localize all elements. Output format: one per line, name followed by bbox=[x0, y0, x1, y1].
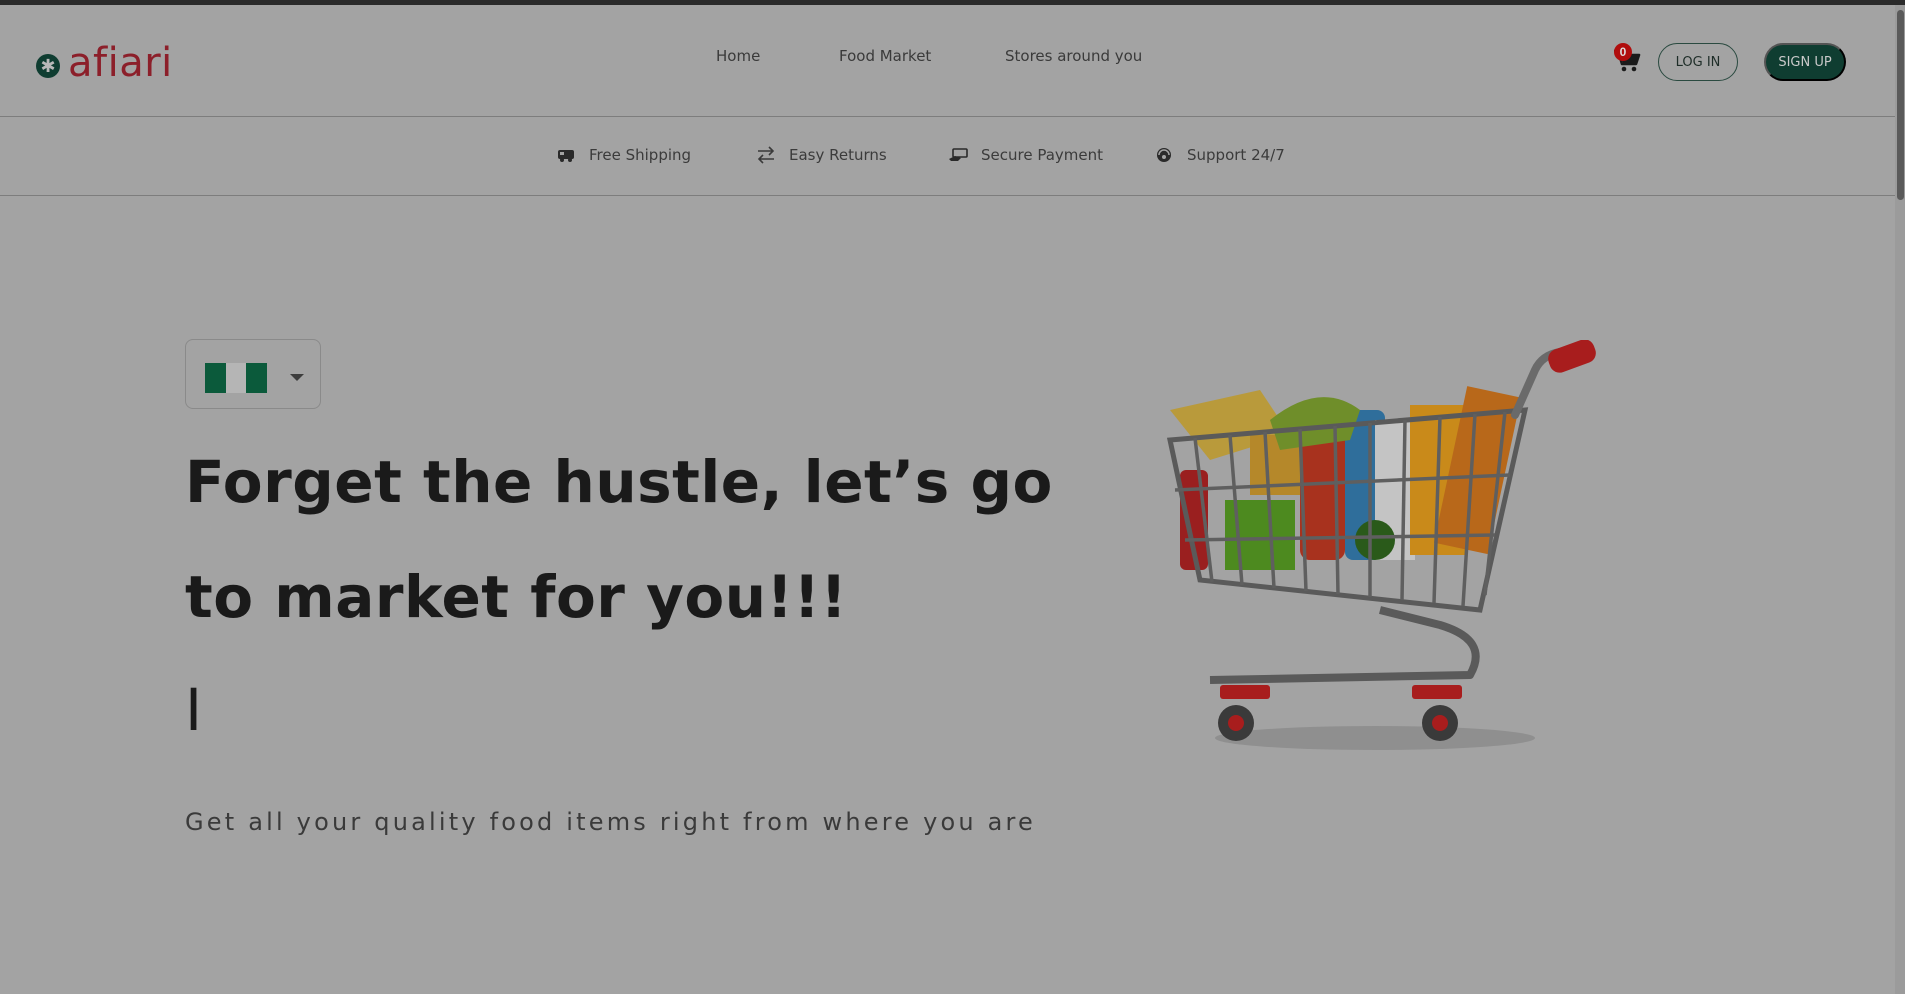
feature-secure-payment: Secure Payment bbox=[947, 144, 1103, 166]
nav-stores-around-you[interactable]: Stores around you bbox=[1005, 47, 1142, 65]
features-bar: Free Shipping Easy Returns Secure Paymen… bbox=[0, 118, 1895, 196]
grocery-cart-illustration bbox=[1166, 340, 1596, 750]
feature-label: Free Shipping bbox=[589, 146, 692, 164]
feature-support: Support 24/7 bbox=[1153, 144, 1285, 166]
signup-button[interactable]: SIGN UP bbox=[1764, 43, 1846, 81]
typing-text: I bbox=[185, 676, 203, 744]
site-header: ✱ afiari Home Food Market Stores around … bbox=[0, 5, 1895, 117]
delivery-truck-icon bbox=[555, 144, 577, 166]
nav-home[interactable]: Home bbox=[716, 47, 760, 65]
country-selector[interactable] bbox=[185, 339, 321, 409]
nigeria-flag bbox=[205, 363, 268, 393]
feature-free-shipping: Free Shipping bbox=[555, 144, 691, 166]
hero-headline: Forget the hustle, let’s go to market fo… bbox=[185, 448, 1053, 631]
payment-hand-icon bbox=[947, 144, 969, 166]
scrollbar-thumb[interactable] bbox=[1897, 10, 1904, 200]
swap-arrows-icon bbox=[755, 144, 777, 166]
cart-count-badge: 0 bbox=[1614, 43, 1632, 61]
main-nav: Home Food Market Stores around you bbox=[0, 47, 1895, 71]
feature-label: Easy Returns bbox=[789, 146, 887, 164]
hero-subline: Get all your quality food items right fr… bbox=[185, 808, 1037, 836]
nav-food-market[interactable]: Food Market bbox=[839, 47, 931, 65]
feature-easy-returns: Easy Returns bbox=[755, 144, 887, 166]
chevron-down-icon bbox=[290, 374, 304, 381]
login-button[interactable]: LOG IN bbox=[1658, 43, 1738, 81]
headset-icon bbox=[1153, 144, 1175, 166]
feature-label: Support 24/7 bbox=[1187, 146, 1285, 164]
feature-label: Secure Payment bbox=[981, 146, 1104, 164]
